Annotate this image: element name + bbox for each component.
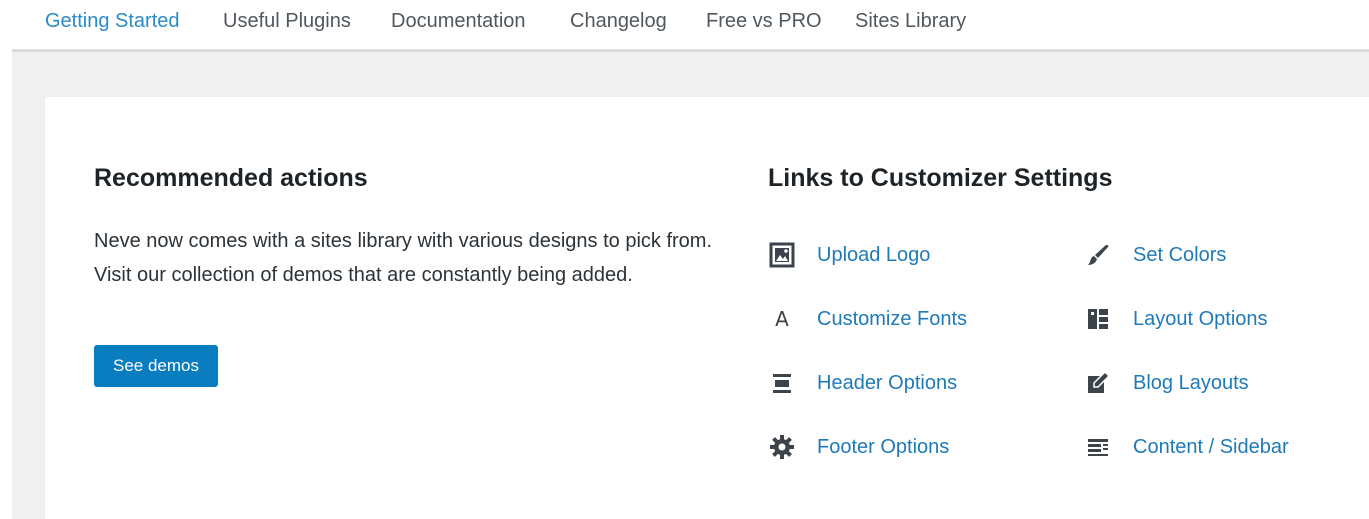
link-upload-logo[interactable]: Upload Logo [767,235,930,275]
font-icon-glyph: A [775,307,789,331]
font-icon: A [767,304,797,334]
blog-layouts-label: Blog Layouts [1133,371,1249,394]
content-sidebar-label: Content / Sidebar [1133,435,1289,458]
image-icon [767,240,797,270]
tab-documentation[interactable]: Documentation [391,0,526,52]
layout-icon [1083,304,1113,334]
getting-started-page: Getting Started Useful Plugins Documenta… [0,0,1369,519]
customizer-links-title: Links to Customizer Settings [768,164,1113,192]
sidebar-icon [1083,432,1113,462]
see-demos-button[interactable]: See demos [94,345,218,387]
link-customize-fonts[interactable]: A Customize Fonts [767,299,967,339]
brush-icon [1083,240,1113,270]
link-content-sidebar[interactable]: Content / Sidebar [1083,427,1289,467]
tab-useful-plugins[interactable]: Useful Plugins [223,0,351,52]
link-blog-layouts[interactable]: Blog Layouts [1083,363,1249,403]
tab-free-vs-pro[interactable]: Free vs PRO [706,0,822,52]
upload-logo-label: Upload Logo [817,243,931,266]
footer-options-label: Footer Options [817,435,950,458]
recommended-actions-title: Recommended actions [94,164,368,192]
link-footer-options[interactable]: Footer Options [767,427,949,467]
recommended-actions-description: Neve now comes with a sites library with… [94,230,713,286]
set-colors-label: Set Colors [1133,243,1227,266]
gear-icon [767,432,797,462]
customize-fonts-label: Customize Fonts [817,307,968,330]
link-set-colors[interactable]: Set Colors [1083,235,1226,275]
tab-sites-library[interactable]: Sites Library [855,0,966,52]
tab-bar: Getting Started Useful Plugins Documenta… [0,0,1369,52]
header-icon [767,368,797,398]
link-layout-options[interactable]: Layout Options [1083,299,1268,339]
tab-getting-started[interactable]: Getting Started [45,0,189,52]
edit-icon [1083,368,1113,398]
link-header-options[interactable]: Header Options [767,363,957,403]
header-options-label: Header Options [817,371,958,394]
layout-options-label: Layout Options [1133,307,1268,330]
tab-changelog[interactable]: Changelog [570,0,667,52]
